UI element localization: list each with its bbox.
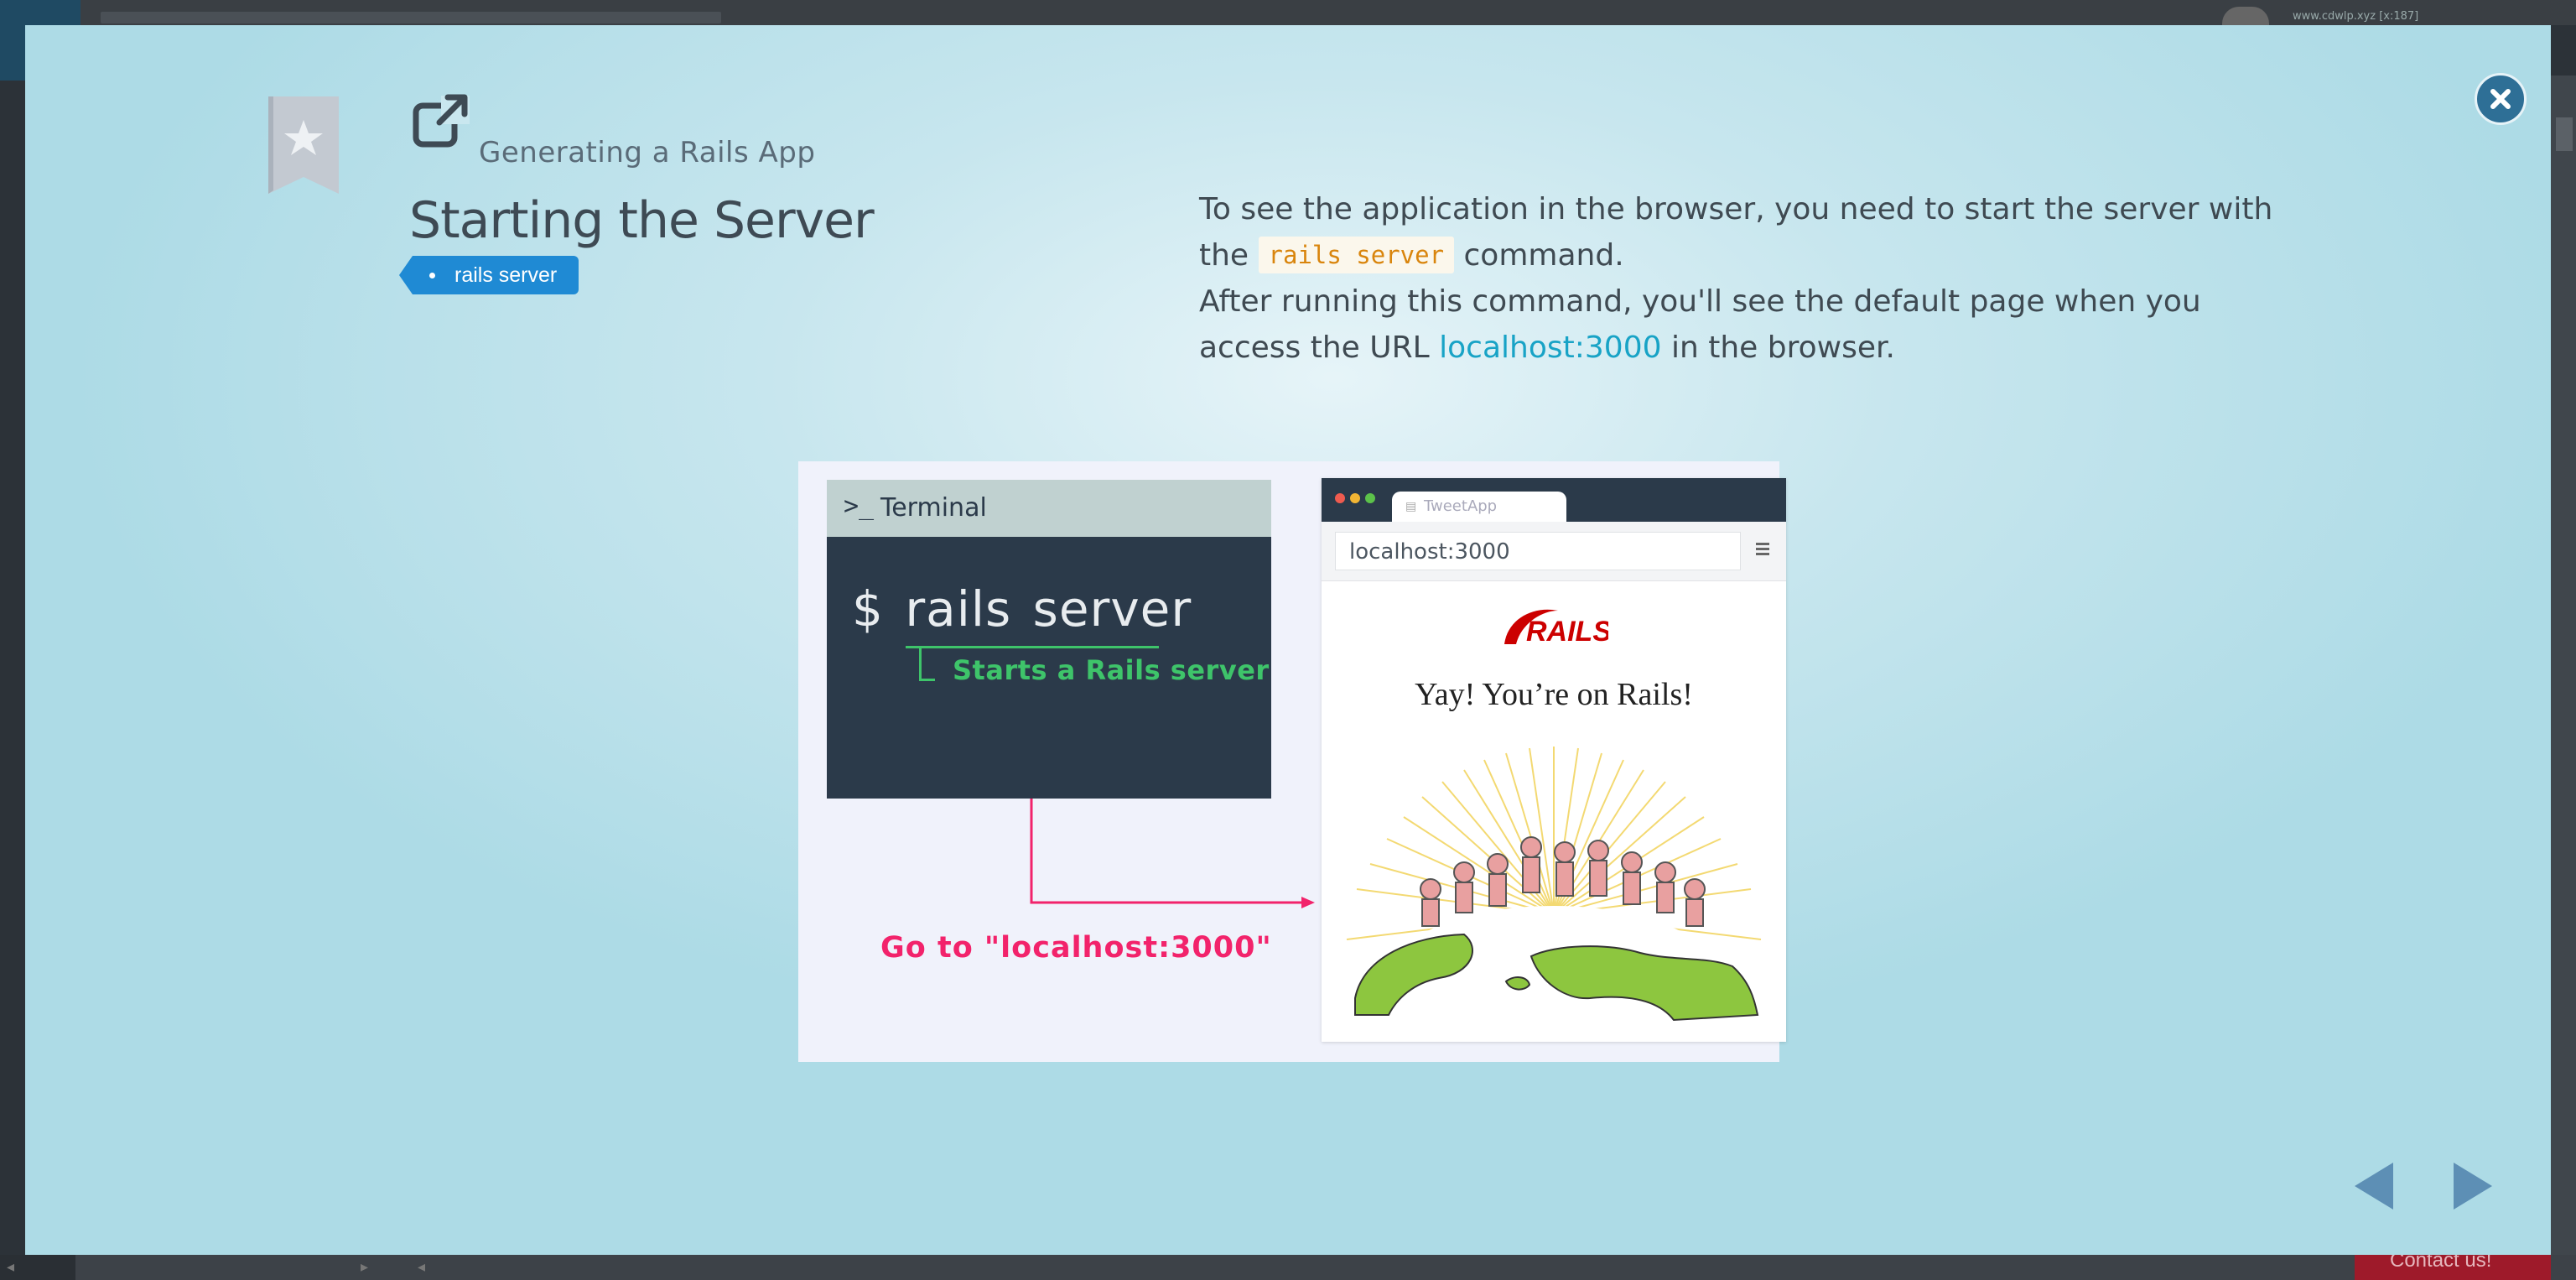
prev-arrow-icon[interactable]: [2355, 1163, 2393, 1210]
browser-tab-label: TweetApp: [1424, 497, 1498, 515]
close-button[interactable]: [2475, 73, 2527, 125]
external-link-icon: [413, 94, 470, 148]
inline-code: rails server: [1258, 237, 1455, 273]
goto-arrow: [1030, 799, 1315, 908]
window-minimize-dot: [1350, 493, 1360, 503]
browser-header: ▤ TweetApp: [1322, 478, 1786, 522]
description-text: command.: [1463, 238, 1624, 273]
background-bottom-bar: [0, 1255, 2576, 1280]
browser-tab: ▤ TweetApp: [1392, 492, 1566, 522]
world-celebration-image: [1346, 747, 1762, 1023]
slide-illustration: >_ Terminal $ rails server Starts a Rail…: [798, 461, 1786, 1062]
chapter-title: Generating a Rails App: [479, 136, 816, 169]
page-title: Starting the Server: [409, 191, 875, 250]
rails-logo: RAILS: [1504, 609, 1608, 648]
bookmark-star-icon[interactable]: [268, 96, 339, 194]
url-link[interactable]: localhost:3000: [1439, 330, 1661, 365]
window-maximize-dot: [1365, 493, 1375, 503]
browser-toolbar: localhost:3000: [1322, 522, 1786, 581]
background-url-text: www.cdwlp.xyz [x:187]: [2293, 10, 2419, 23]
background-scrollbar-thumb[interactable]: [2556, 117, 2573, 151]
address-text: localhost:3000: [1349, 539, 1510, 565]
yay-heading: Yay! You’re on Rails!: [1415, 677, 1693, 712]
browser-window: ▤ TweetApp localhost:3000 RAILS Yay! You…: [1322, 478, 1786, 1042]
background-scrollbar[interactable]: [2551, 75, 2576, 1258]
description-text: in the browser.: [1670, 330, 1895, 365]
background-scroll-left-icon-2[interactable]: ◂: [418, 1258, 425, 1276]
background-scroll-left-icon[interactable]: ◂: [7, 1258, 14, 1276]
close-icon: [2490, 89, 2511, 109]
background-search-bar: [101, 12, 721, 23]
description-paragraph-1: To see the application in the browser, y…: [1199, 186, 2306, 278]
goto-label: Go to "localhost:3000": [880, 931, 1272, 965]
page-icon: ▤: [1405, 500, 1417, 513]
description-paragraph-2: After running this command, you'll see t…: [1199, 278, 2306, 371]
background-avatar: [2222, 7, 2269, 25]
topic-tag[interactable]: rails server: [398, 256, 579, 294]
rails-logo-text: RAILS: [1526, 616, 1608, 648]
lesson-description: To see the application in the browser, y…: [1199, 186, 2306, 371]
address-bar: localhost:3000: [1335, 532, 1741, 570]
window-close-dot: [1335, 493, 1345, 503]
menu-icon: [1756, 543, 1769, 555]
slide-modal: Generating a Rails App Starting the Serv…: [25, 25, 2551, 1255]
next-arrow-icon[interactable]: [2454, 1163, 2492, 1210]
background-scroll-right-icon[interactable]: ▸: [361, 1258, 368, 1276]
